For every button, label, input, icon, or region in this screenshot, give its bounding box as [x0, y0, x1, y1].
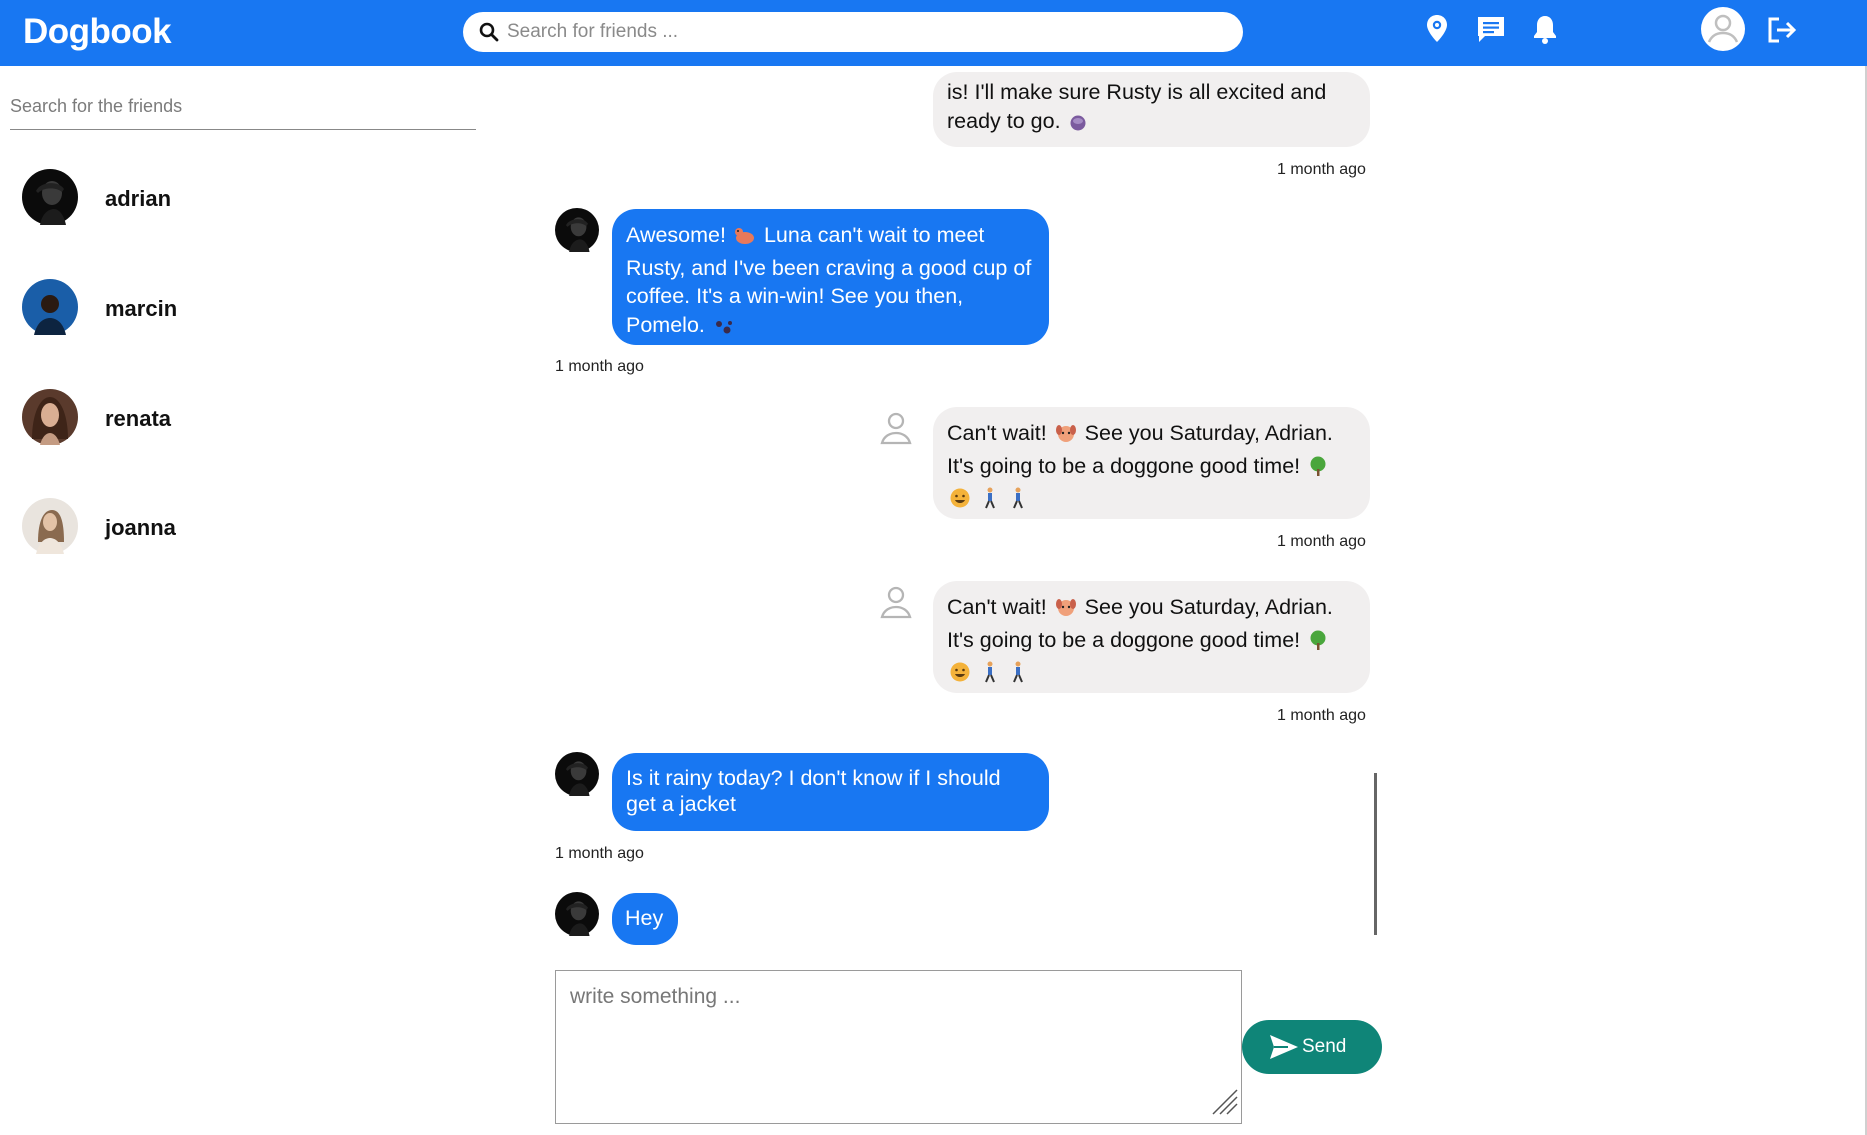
default-user-icon	[878, 584, 914, 625]
friend-name: adrian	[105, 186, 172, 211]
message-timestamp: 1 month ago	[1277, 533, 1366, 550]
message-text: get a jacket	[626, 792, 736, 816]
puppy-emoji-icon	[1055, 596, 1077, 626]
emoji-row	[947, 658, 1356, 691]
smiley-emoji-icon	[949, 661, 971, 691]
chat-scrollbar[interactable]	[1374, 773, 1377, 935]
message-text: It's going to be a doggone good time!	[947, 626, 1356, 659]
resize-handle-icon[interactable]	[1209, 1086, 1239, 1121]
avatar	[22, 279, 78, 340]
message-text: Hey	[625, 906, 664, 930]
search-icon	[479, 22, 499, 47]
message-timestamp: 1 month ago	[555, 845, 644, 862]
message-timestamp: 1 month ago	[1277, 161, 1366, 178]
profile-icon[interactable]	[1700, 6, 1746, 57]
message-text: coffee. It's a win-win! See you then,	[626, 284, 964, 308]
bell-icon[interactable]	[1532, 14, 1558, 49]
friend-item-marcin[interactable]: marcin	[22, 279, 442, 339]
message-bubble-sent: is! I'll make sure Rusty is all excited …	[933, 72, 1370, 147]
friend-item-joanna[interactable]: joanna	[22, 498, 442, 558]
message-input[interactable]	[556, 971, 1241, 1123]
message-text: Pomelo.	[626, 311, 1035, 344]
message-timestamp: 1 month ago	[1277, 707, 1366, 724]
chat-icon[interactable]	[1476, 14, 1506, 49]
message-text: Can't wait! See you Saturday, Adrian.	[947, 419, 1356, 452]
walking-person-emoji-icon	[981, 487, 999, 517]
message-text: Rusty, and I've been craving a good cup …	[626, 255, 1032, 280]
emoji-row	[947, 484, 1356, 517]
avatar	[555, 208, 599, 257]
send-button[interactable]: Send	[1242, 1020, 1382, 1074]
dog-emoji-icon	[734, 225, 756, 254]
top-navbar: Dogbook	[0, 0, 1867, 66]
default-user-icon	[878, 410, 914, 451]
avatar	[22, 498, 78, 559]
message-bubble-received: Awesome! Luna can't wait to meet Rusty, …	[612, 209, 1049, 345]
walking-person-emoji-icon	[1009, 661, 1027, 691]
tree-emoji-icon	[1308, 455, 1328, 485]
friend-item-adrian[interactable]: adrian	[22, 169, 442, 229]
top-search-bar[interactable]	[463, 12, 1243, 52]
message-text: Awesome! Luna can't wait to meet	[626, 221, 1035, 254]
message-bubble-received: Is it rainy today? I don't know if I sho…	[612, 753, 1049, 831]
sidebar-search-input[interactable]	[10, 88, 476, 124]
smiley-emoji-icon	[949, 487, 971, 517]
friend-name: marcin	[105, 296, 178, 321]
send-icon	[1269, 1034, 1299, 1066]
friend-item-renata[interactable]: renata	[22, 389, 442, 449]
message-text: is! I'll make sure Rusty is all excited …	[947, 80, 1327, 104]
friend-name: joanna	[105, 515, 176, 540]
message-text: ready to go.	[947, 107, 1356, 140]
avatar	[555, 752, 599, 801]
message-text: Can't wait! See you Saturday, Adrian.	[947, 593, 1356, 626]
coffee-emoji-icon	[1069, 111, 1087, 140]
top-search-input[interactable]	[507, 18, 1207, 46]
walking-person-emoji-icon	[981, 661, 999, 691]
paw-prints-emoji-icon	[713, 315, 735, 344]
message-text: It's going to be a doggone good time!	[947, 452, 1356, 485]
sidebar-search[interactable]	[10, 88, 476, 130]
avatar	[22, 389, 78, 450]
puppy-emoji-icon	[1055, 422, 1077, 452]
message-text: Is it rainy today? I don't know if I sho…	[626, 766, 1001, 790]
avatar	[555, 892, 599, 941]
app-logo[interactable]: Dogbook	[23, 12, 172, 52]
location-pin-icon[interactable]	[1425, 14, 1449, 49]
avatar	[22, 169, 78, 230]
message-timestamp: 1 month ago	[555, 358, 644, 375]
tree-emoji-icon	[1308, 629, 1328, 659]
message-bubble-received: Hey	[612, 893, 678, 945]
message-bubble-sent: Can't wait! See you Saturday, Adrian. It…	[933, 407, 1370, 519]
message-composer[interactable]	[555, 970, 1242, 1124]
walking-person-emoji-icon	[1009, 487, 1027, 517]
send-label: Send	[1302, 1036, 1347, 1057]
message-bubble-sent: Can't wait! See you Saturday, Adrian. It…	[933, 581, 1370, 693]
friend-name: renata	[105, 406, 172, 431]
logout-icon[interactable]	[1766, 16, 1798, 49]
